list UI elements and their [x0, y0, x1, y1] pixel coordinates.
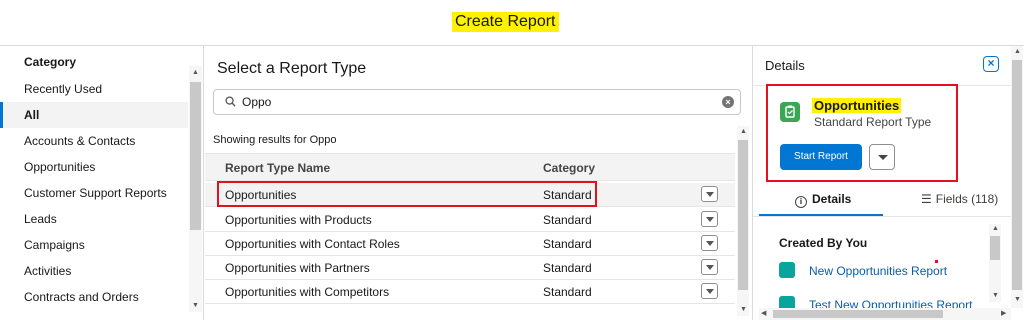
info-icon: i — [795, 196, 807, 208]
row-name[interactable]: Opportunities with Contact Roles — [225, 237, 400, 251]
category-item-contracts-orders[interactable]: Contracts and Orders — [0, 284, 188, 310]
scroll-down-icon[interactable]: ▼ — [740, 306, 747, 314]
report-link[interactable]: New Opportunities Report — [809, 264, 947, 278]
column-header-category[interactable]: Category — [543, 161, 595, 175]
details-horizontal-scrollbar[interactable]: ◀ ▶ — [759, 308, 1011, 320]
clear-icon[interactable]: × — [722, 96, 734, 108]
row-menu-chevron-down-icon[interactable] — [701, 283, 718, 299]
row-name[interactable]: Opportunities with Partners — [225, 261, 370, 275]
row-menu-chevron-down-icon[interactable] — [701, 211, 718, 227]
sidebar-scrollbar[interactable]: ▲ ▼ — [189, 66, 202, 312]
search-icon — [225, 96, 236, 107]
category-item-opportunities[interactable]: Opportunities — [0, 154, 188, 180]
category-item-leads[interactable]: Leads — [0, 206, 188, 232]
details-scroll-thumb[interactable] — [1012, 60, 1022, 290]
report-type-name: Opportunities — [812, 98, 902, 113]
category-heading: Category — [24, 55, 77, 69]
table-header: Report Type Name Category — [205, 153, 735, 181]
report-icon — [779, 262, 795, 278]
created-list-scroll-thumb[interactable] — [990, 236, 1000, 260]
category-sidebar: Category Recently Used All Accounts & Co… — [0, 46, 204, 320]
close-icon[interactable]: × — [983, 56, 999, 72]
create-report-modal: Create Report Category Recently Used All… — [0, 0, 1024, 320]
scroll-up-icon[interactable]: ▲ — [192, 69, 199, 76]
panel-title: Select a Report Type — [217, 60, 367, 77]
tab-fields-label: Fields (118) — [935, 192, 999, 206]
start-report-button[interactable]: Start Report — [780, 144, 862, 170]
category-item-accounts-contacts[interactable]: Accounts & Contacts — [0, 128, 188, 154]
column-header-name[interactable]: Report Type Name — [225, 161, 330, 175]
tab-details-label: Details — [812, 192, 852, 206]
start-report-menu-chevron-down-icon[interactable] — [869, 144, 895, 170]
tab-fields[interactable]: ☰ Fields (118) — [921, 192, 998, 216]
category-item-recently-used[interactable]: Recently Used — [0, 76, 188, 102]
row-category: Standard — [543, 261, 592, 275]
scroll-up-icon[interactable]: ▲ — [740, 128, 747, 136]
modal-header: Create Report — [0, 0, 1024, 46]
report-type-subtitle: Standard Report Type — [814, 115, 932, 129]
details-panel: Details × Opportunities Standard Report … — [752, 46, 1024, 320]
scroll-up-icon[interactable]: ▲ — [1014, 48, 1021, 56]
row-category: Standard — [543, 213, 592, 227]
details-title: Details — [765, 58, 805, 73]
created-by-you-heading: Created By You — [779, 236, 868, 250]
scroll-down-icon[interactable]: ▼ — [1014, 296, 1021, 304]
category-item-campaigns[interactable]: Campaigns — [0, 232, 188, 258]
row-menu-chevron-down-icon[interactable] — [701, 235, 718, 251]
report-type-panel: Select a Report Type Oppo × Showing resu… — [205, 46, 751, 320]
row-menu-chevron-down-icon[interactable] — [701, 186, 718, 202]
annotation-dot — [935, 260, 938, 263]
table-row[interactable]: Opportunities with Contact Roles Standar… — [205, 232, 735, 256]
annotation-highlight-box — [217, 181, 597, 207]
sidebar-scroll-thumb[interactable] — [190, 82, 201, 230]
table-scrollbar[interactable]: ▲ ▼ — [737, 126, 749, 316]
report-type-card: Opportunities Standard Report Type Start… — [766, 84, 958, 182]
list-icon: ☰ — [921, 192, 932, 206]
table-row[interactable]: Opportunities with Partners Standard — [205, 256, 735, 280]
tab-details[interactable]: i Details — [795, 192, 851, 216]
opportunity-icon — [780, 102, 800, 122]
details-scrollbar[interactable]: ▲ ▼ — [1011, 46, 1023, 308]
row-category: Standard — [543, 237, 592, 251]
row-name[interactable]: Opportunities with Products — [225, 213, 372, 227]
scroll-down-icon[interactable]: ▼ — [192, 302, 199, 309]
search-value[interactable]: Oppo — [242, 95, 271, 109]
scroll-up-icon[interactable]: ▲ — [992, 225, 999, 233]
horizontal-scroll-thumb[interactable] — [773, 310, 943, 318]
category-item-all[interactable]: All — [0, 102, 188, 128]
table-row[interactable]: Opportunities with Competitors Standard — [205, 280, 735, 304]
results-summary: Showing results for Oppo — [213, 134, 337, 146]
category-item-customer-support[interactable]: Customer Support Reports — [0, 180, 188, 206]
created-list-scrollbar[interactable]: ▲ ▼ — [989, 224, 1001, 302]
category-item-activities[interactable]: Activities — [0, 258, 188, 284]
row-menu-chevron-down-icon[interactable] — [701, 259, 718, 275]
row-name[interactable]: Opportunities with Competitors — [225, 285, 389, 299]
report-type-search-input[interactable]: Oppo × — [213, 89, 741, 115]
row-category: Standard — [543, 285, 592, 299]
scroll-right-icon[interactable]: ▶ — [1001, 310, 1006, 318]
scroll-left-icon[interactable]: ◀ — [761, 310, 766, 318]
modal-title: Create Report — [452, 12, 559, 32]
table-row[interactable]: Opportunities with Products Standard — [205, 208, 735, 232]
table-scroll-thumb[interactable] — [738, 140, 748, 290]
scroll-down-icon[interactable]: ▼ — [992, 292, 999, 300]
tabs-divider — [753, 216, 1011, 217]
